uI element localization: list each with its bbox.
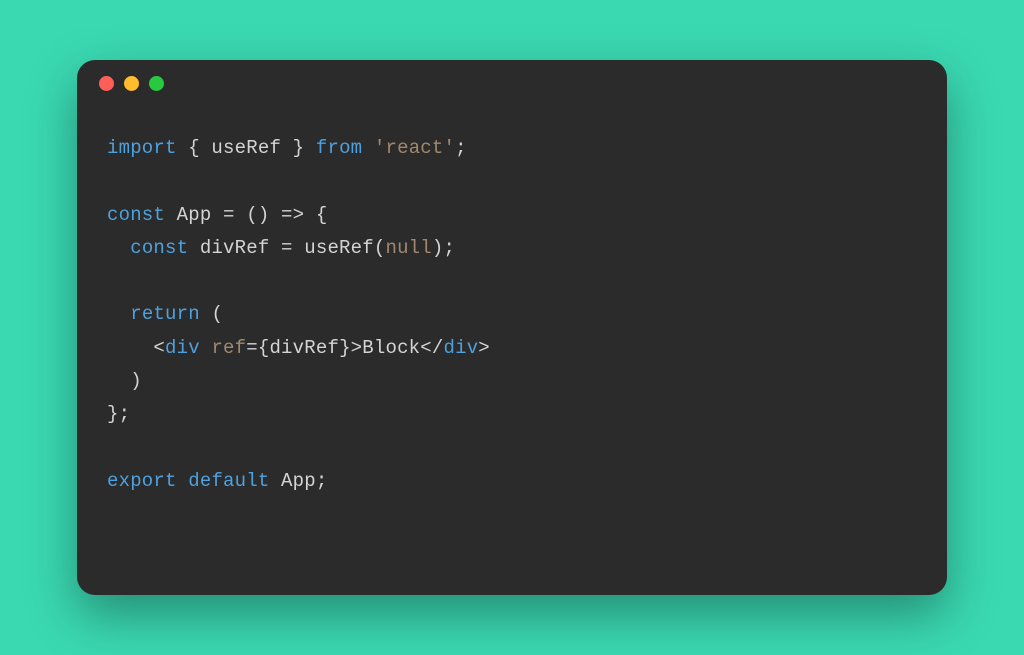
- minimize-icon[interactable]: [124, 76, 139, 91]
- code-window: import { useRef } from 'react'; const Ap…: [77, 60, 947, 595]
- maximize-icon[interactable]: [149, 76, 164, 91]
- close-icon[interactable]: [99, 76, 114, 91]
- code-content: import { useRef } from 'react'; const Ap…: [77, 106, 947, 528]
- titlebar: [77, 60, 947, 106]
